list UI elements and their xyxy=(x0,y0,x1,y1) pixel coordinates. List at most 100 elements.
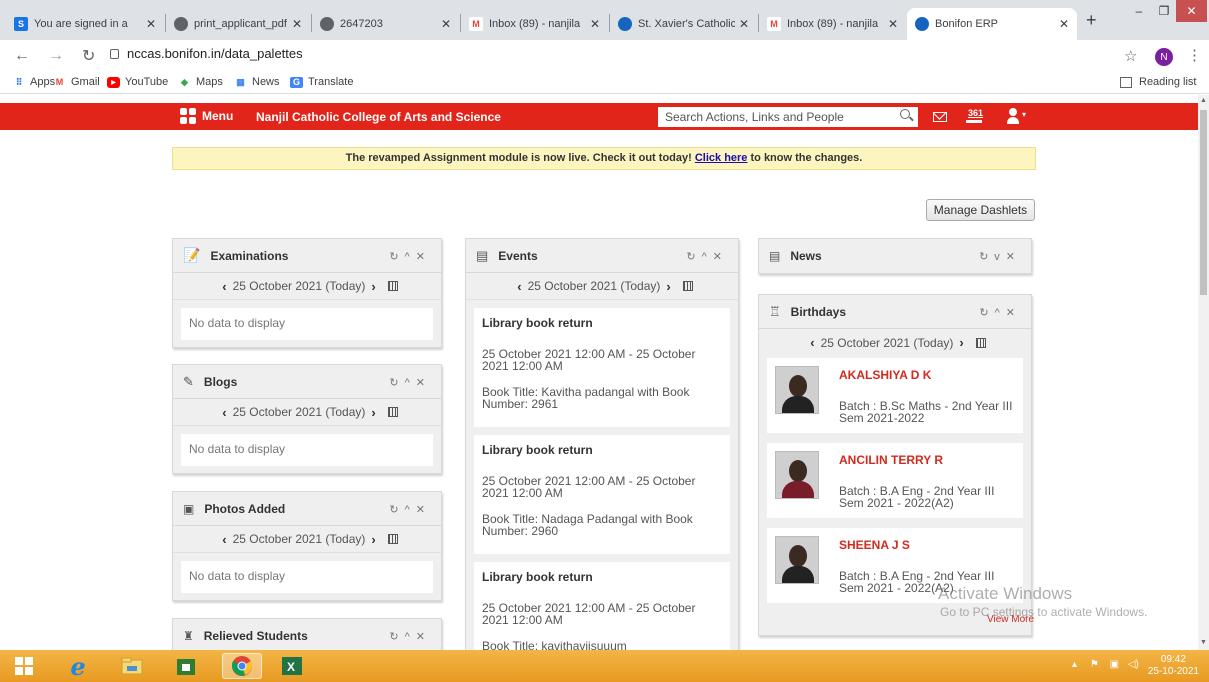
chevron-left-icon[interactable]: ‹ xyxy=(222,279,226,294)
chevron-left-icon[interactable]: ‹ xyxy=(810,335,814,350)
file-explorer-icon[interactable] xyxy=(118,653,146,679)
chevron-right-icon[interactable]: › xyxy=(666,279,670,294)
dashlet-controls[interactable]: ↻v✕ xyxy=(979,250,1021,263)
browser-tab[interactable]: S You are signed in a ✕ xyxy=(6,8,164,40)
birthday-item[interactable]: AKALSHIYA D K Batch : B.Sc Maths - 2nd Y… xyxy=(767,358,1023,433)
browser-tab[interactable]: 2647203 ✕ xyxy=(312,8,459,40)
event-card[interactable]: Library book return 25 October 2021 12:0… xyxy=(474,562,730,650)
browser-tab-active[interactable]: Bonifon ERP ✕ xyxy=(907,8,1077,40)
event-detail: Book Title: kavithaviisuuum xyxy=(482,639,627,650)
bookmark-maps[interactable]: ◆ Maps xyxy=(178,76,223,88)
close-icon[interactable]: ✕ xyxy=(292,17,302,31)
college-name[interactable]: Nanjil Catholic College of Arts and Scie… xyxy=(256,110,501,124)
dashlet-controls[interactable]: ↻^✕ xyxy=(389,503,431,516)
more-menu-icon[interactable]: ⋮ xyxy=(1187,46,1202,64)
search-input[interactable]: Search Actions, Links and People xyxy=(658,107,918,127)
close-icon[interactable]: ✕ xyxy=(888,17,898,31)
chrome-icon[interactable] xyxy=(222,653,262,679)
date-label: 25 October 2021 (Today) xyxy=(527,279,661,293)
page-scrollbar[interactable]: ▲ ▼ xyxy=(1198,95,1209,650)
bookmark-news[interactable]: ▦ News xyxy=(234,76,279,88)
url-field[interactable]: nccas.bonifon.in/data_palettes xyxy=(110,46,303,61)
chevron-left-icon[interactable]: ‹ xyxy=(222,532,226,547)
dashlet-controls[interactable]: ↻^✕ xyxy=(389,376,431,389)
chevron-left-icon[interactable]: ‹ xyxy=(517,279,521,294)
reading-list-button[interactable]: Reading list xyxy=(1120,76,1196,88)
calendar-icon[interactable] xyxy=(682,281,693,291)
chevron-right-icon[interactable]: › xyxy=(371,532,375,547)
dashlet-controls[interactable]: ↻^✕ xyxy=(979,306,1021,319)
tray-expand-icon[interactable]: ▴ xyxy=(1072,659,1077,670)
window-close-icon[interactable]: ✕ xyxy=(1176,0,1207,22)
event-title: Library book return xyxy=(482,443,593,457)
mail-icon[interactable] xyxy=(933,112,947,122)
new-tab-icon[interactable]: + xyxy=(1086,10,1097,31)
internet-explorer-icon[interactable]: e xyxy=(64,652,92,681)
dashlet-controls[interactable]: ↻^✕ xyxy=(686,250,728,263)
calendar-plus-icon: ▤ xyxy=(476,247,489,263)
calendar-icon[interactable] xyxy=(975,337,986,348)
excel-icon[interactable]: X xyxy=(278,653,306,679)
tab-title: Bonifon ERP xyxy=(935,18,998,30)
event-card[interactable]: Library book return 25 October 2021 12:0… xyxy=(474,435,730,554)
close-icon[interactable]: ✕ xyxy=(1059,17,1069,31)
svg-text:X: X xyxy=(287,660,295,674)
college-logo-icon xyxy=(618,17,632,31)
notification-count-badge[interactable]: 361 xyxy=(968,108,983,118)
globe-icon xyxy=(320,17,334,31)
flag-icon[interactable]: ⚑ xyxy=(1090,659,1099,670)
bookmark-translate[interactable]: G Translate xyxy=(290,76,353,88)
event-card[interactable]: Library book return 25 October 2021 12:0… xyxy=(474,308,730,427)
browser-tab[interactable]: M Inbox (89) - nanjila ✕ xyxy=(461,8,608,40)
chevron-right-icon[interactable]: › xyxy=(371,405,375,420)
close-icon[interactable]: ✕ xyxy=(590,17,600,31)
close-icon[interactable]: ✕ xyxy=(146,17,156,31)
chevron-right-icon[interactable]: › xyxy=(959,335,963,350)
scroll-down-icon[interactable]: ▼ xyxy=(1200,639,1207,646)
menu-button[interactable]: Menu xyxy=(180,108,233,124)
network-icon[interactable]: ▣ xyxy=(1110,659,1119,670)
bookmark-apps[interactable]: ⠿ Apps xyxy=(12,76,55,88)
birthday-item[interactable]: ANCILIN TERRY R Batch : B.A Eng - 2nd Ye… xyxy=(767,443,1023,518)
bookmark-youtube[interactable]: ▶ YouTube xyxy=(107,76,168,88)
manage-dashlets-button[interactable]: Manage Dashlets xyxy=(926,199,1035,221)
event-time: 25 October 2021 12:00 AM - 25 October 20… xyxy=(482,474,696,500)
notification-icon[interactable] xyxy=(966,120,982,123)
close-icon[interactable]: ✕ xyxy=(739,17,749,31)
event-detail: Book Title: Nadaga Padangal with Book Nu… xyxy=(482,512,693,538)
calendar-icon[interactable] xyxy=(387,407,398,417)
reload-icon[interactable]: ↻ xyxy=(82,46,95,66)
forward-icon[interactable]: → xyxy=(48,47,64,65)
browser-tab[interactable]: St. Xavier's Catholic ✕ xyxy=(610,8,757,40)
search-icon[interactable] xyxy=(900,109,910,119)
volume-icon[interactable]: ◁) xyxy=(1128,659,1139,670)
event-title: Library book return xyxy=(482,316,593,330)
chevron-left-icon[interactable]: ‹ xyxy=(222,405,226,420)
chevron-right-icon[interactable]: › xyxy=(371,279,375,294)
maximize-icon[interactable]: ❐ xyxy=(1152,0,1176,22)
bookmark-star-icon[interactable]: ☆ xyxy=(1124,47,1137,65)
calendar-icon[interactable] xyxy=(387,281,398,291)
calendar-icon[interactable] xyxy=(387,534,398,544)
browser-tab[interactable]: print_applicant_pdf ✕ xyxy=(166,8,310,40)
reading-list-icon xyxy=(1120,76,1132,88)
dashlet-controls[interactable]: ↻^✕ xyxy=(389,630,431,643)
announcement-link[interactable]: Click here xyxy=(695,152,748,164)
store-icon[interactable] xyxy=(172,653,200,679)
browser-tab[interactable]: M Inbox (89) - nanjila ✕ xyxy=(759,8,906,40)
close-icon[interactable]: ✕ xyxy=(441,17,451,31)
chevron-down-icon[interactable]: ▾ xyxy=(1022,110,1026,119)
profile-avatar[interactable]: N xyxy=(1155,48,1173,66)
date-label: 25 October 2021 (Today) xyxy=(232,279,366,293)
scroll-up-icon[interactable]: ▲ xyxy=(1200,97,1207,104)
clock[interactable]: 09:42 25-10-2021 xyxy=(1148,654,1199,678)
windows-start-icon[interactable] xyxy=(10,653,38,679)
back-icon[interactable]: ← xyxy=(14,47,30,65)
date-navigator: ‹ 25 October 2021 (Today) › xyxy=(173,526,441,553)
dashlet-controls[interactable]: ↻^✕ xyxy=(389,250,431,263)
news-icon: ▦ xyxy=(236,76,245,87)
minimize-icon[interactable]: – xyxy=(1126,0,1152,22)
bookmark-gmail[interactable]: M Gmail xyxy=(53,76,100,88)
user-icon[interactable] xyxy=(1006,108,1020,126)
scrollbar-thumb[interactable] xyxy=(1200,110,1207,295)
